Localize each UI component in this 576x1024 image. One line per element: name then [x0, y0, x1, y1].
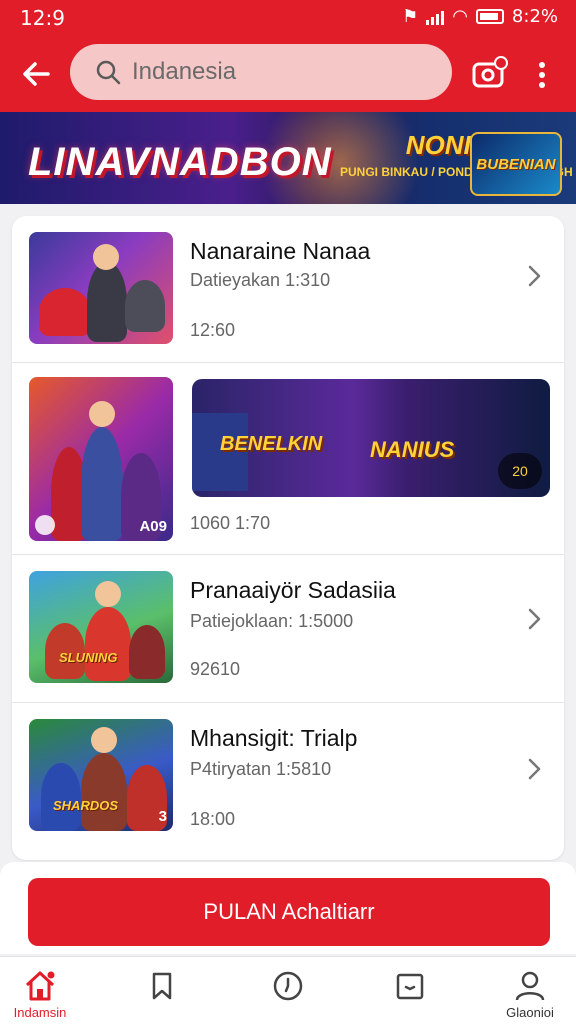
- battery-icon: [475, 9, 504, 24]
- promo-banner[interactable]: LINAVNADBON NONIEH PUNGI BINKAU / PONDE …: [0, 112, 576, 204]
- game-title: Mhansigit: Trialp: [190, 725, 358, 751]
- thumbnail-label: SHARDOS: [53, 798, 119, 813]
- game-thumbnail: [29, 232, 173, 344]
- nav-item-profile[interactable]: Glaonioi: [490, 957, 570, 1024]
- home-icon: [25, 971, 55, 1001]
- cta-container: PULAN Achaltiarr: [0, 862, 576, 954]
- game-time: 12:60: [190, 320, 236, 340]
- app-header: [0, 36, 576, 112]
- game-list: Nanaraine Nanaa Datieyakan 1:310 12:60 A…: [12, 216, 564, 860]
- nav-label-profile: Glaonioi: [506, 1005, 554, 1020]
- status-bar: 12:9 ⚑ ◠ 8:2%: [0, 0, 576, 36]
- camera-button[interactable]: [470, 54, 510, 94]
- back-arrow-icon: [23, 62, 50, 86]
- nav-item-bookmark[interactable]: [122, 957, 202, 1024]
- nav-item-shop[interactable]: [370, 957, 450, 1024]
- status-time: 12:9: [20, 6, 65, 30]
- chevron-right-icon[interactable]: [524, 264, 544, 288]
- game-title: Nanaraine Nanaa: [190, 238, 371, 264]
- nav-label-home: Indamsin: [13, 1005, 67, 1020]
- banner-logo-text: BUBENIAN: [476, 155, 556, 173]
- featured-badge: 20: [498, 453, 542, 489]
- list-item[interactable]: SLUNING Pranaaiyör Sadasiia Patiejoklaan…: [12, 554, 564, 700]
- search-bar[interactable]: [70, 44, 452, 100]
- primary-action-button[interactable]: PULAN Achaltiarr: [28, 878, 550, 946]
- thumbnail-badge: A09: [139, 518, 167, 535]
- battery-percent: 8:2%: [511, 6, 558, 27]
- chevron-right-icon[interactable]: [524, 607, 544, 631]
- more-options-button[interactable]: [528, 54, 556, 94]
- more-vertical-icon: [539, 62, 545, 88]
- list-item[interactable]: SHARDOS 3 Mhansigit: Trialp P4tiryatan 1…: [12, 702, 564, 860]
- list-item[interactable]: A09 BENELKIN NANIUS 20 1060 1:70: [12, 362, 564, 554]
- search-input[interactable]: [132, 58, 432, 86]
- wifi-icon: ◠: [452, 6, 468, 27]
- game-thumbnail: A09: [29, 377, 173, 541]
- search-icon: [96, 60, 121, 85]
- game-thumbnail: SHARDOS 3: [29, 719, 173, 831]
- banner-game-logo: BUBENIAN: [470, 132, 562, 196]
- featured-left-title: BENELKIN: [220, 433, 323, 455]
- game-subtitle: Datieyakan 1:310: [190, 270, 331, 290]
- game-thumbnail: SLUNING: [29, 571, 173, 683]
- thumbnail-badge: 3: [158, 808, 167, 825]
- chevron-right-icon[interactable]: [524, 757, 544, 781]
- thumbnail-label: SLUNING: [59, 650, 118, 665]
- banner-title: LINAVNADBON: [28, 140, 332, 184]
- nav-item-home[interactable]: Indamsin: [0, 957, 80, 1024]
- game-time: 18:00: [190, 809, 236, 829]
- notification-icon: ⚑: [402, 6, 419, 27]
- bag-icon: [396, 973, 424, 1000]
- camera-icon: [472, 56, 508, 88]
- game-title: Pranaaiyör Sadasiia: [190, 577, 396, 603]
- video-play-icon: [35, 515, 55, 535]
- game-subtitle: Patiejoklaan: 1:5000: [190, 611, 354, 631]
- game-subtitle: P4tiryatan 1:5810: [190, 759, 332, 779]
- bottom-navigation: Indamsin Glaonioi: [0, 956, 576, 1024]
- featured-video-thumbnail[interactable]: BENELKIN NANIUS 20: [192, 379, 550, 497]
- list-item[interactable]: Nanaraine Nanaa Datieyakan 1:310 12:60: [12, 216, 564, 362]
- compass-icon: [273, 971, 303, 1001]
- nav-item-explore[interactable]: [248, 957, 328, 1024]
- bookmark-icon: [152, 972, 172, 1000]
- game-time: 1060 1:70: [190, 513, 271, 533]
- back-button[interactable]: [16, 54, 56, 94]
- featured-right-title: NANIUS: [370, 437, 455, 462]
- signal-icon: [426, 9, 445, 25]
- game-time: 92610: [190, 659, 241, 679]
- status-icons: ⚑ ◠ 8:2%: [402, 6, 558, 27]
- profile-icon: [515, 971, 545, 1001]
